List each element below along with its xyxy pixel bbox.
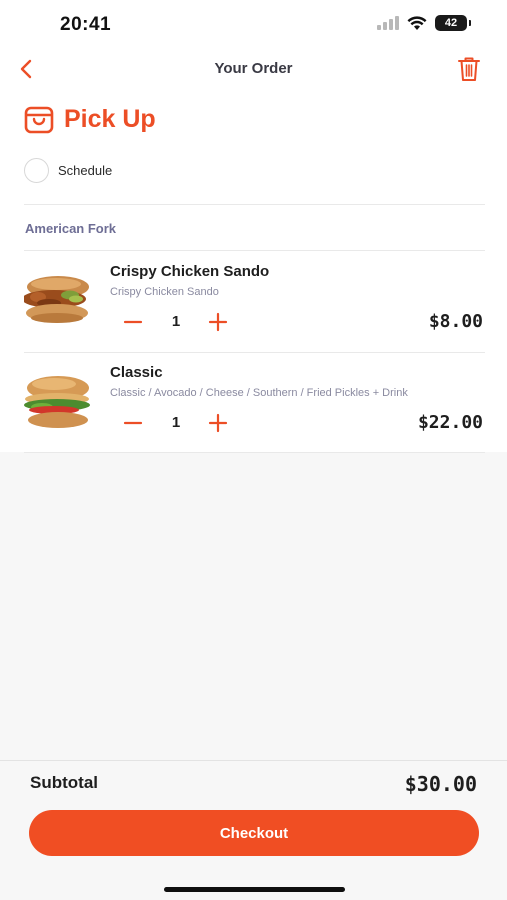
decrease-quantity-button[interactable]	[122, 412, 144, 434]
battery-icon: 42	[435, 15, 471, 31]
crispy-chicken-sando-image	[24, 273, 91, 329]
plus-icon	[208, 413, 228, 433]
schedule-option[interactable]: Schedule	[24, 158, 112, 183]
status-time: 20:41	[60, 14, 112, 35]
item-quantity: 1	[171, 414, 181, 431]
item-description: Crispy Chicken Sando	[110, 286, 219, 298]
classic-sandwich-image	[24, 374, 91, 430]
minus-icon	[123, 320, 143, 324]
divider	[24, 204, 485, 205]
nav-bar: Your Order	[0, 48, 507, 90]
schedule-radio[interactable]	[24, 158, 49, 183]
checkout-button[interactable]: Checkout	[29, 810, 479, 856]
trash-icon	[458, 57, 480, 81]
status-indicators: 42	[377, 15, 471, 31]
item-price: $8.00	[428, 311, 483, 332]
order-item: Classic Classic / Avocado / Cheese / Sou…	[0, 352, 507, 452]
item-price: $22.00	[417, 412, 483, 433]
cellular-signal-icon	[377, 16, 399, 30]
plus-icon	[208, 312, 228, 332]
item-description: Classic / Avocado / Cheese / Southern / …	[110, 387, 408, 399]
increase-quantity-button[interactable]	[207, 311, 229, 333]
subtotal-value: $30.00	[404, 772, 477, 796]
item-name: Classic	[110, 364, 163, 381]
item-name: Crispy Chicken Sando	[110, 263, 270, 280]
order-item: Crispy Chicken Sando Crispy Chicken Sand…	[0, 251, 507, 351]
status-bar: 20:41 42	[0, 0, 507, 48]
order-content: Pick Up Schedule American Fork Crispy Ch…	[0, 90, 507, 453]
shopping-bag-icon	[24, 106, 54, 133]
increase-quantity-button[interactable]	[207, 412, 229, 434]
wifi-icon	[407, 15, 427, 30]
decrease-quantity-button[interactable]	[122, 311, 144, 333]
order-type: Pick Up	[24, 105, 156, 134]
order-footer: Subtotal $30.00 Checkout	[0, 760, 507, 900]
location-label: American Fork	[25, 221, 117, 236]
order-type-label: Pick Up	[64, 105, 156, 133]
divider	[24, 452, 485, 453]
home-indicator	[164, 887, 345, 892]
page-title: Your Order	[214, 60, 293, 77]
schedule-label: Schedule	[58, 163, 113, 178]
subtotal-label: Subtotal	[30, 773, 98, 792]
clear-order-button[interactable]	[455, 54, 483, 84]
item-quantity: 1	[171, 313, 181, 330]
minus-icon	[123, 421, 143, 425]
